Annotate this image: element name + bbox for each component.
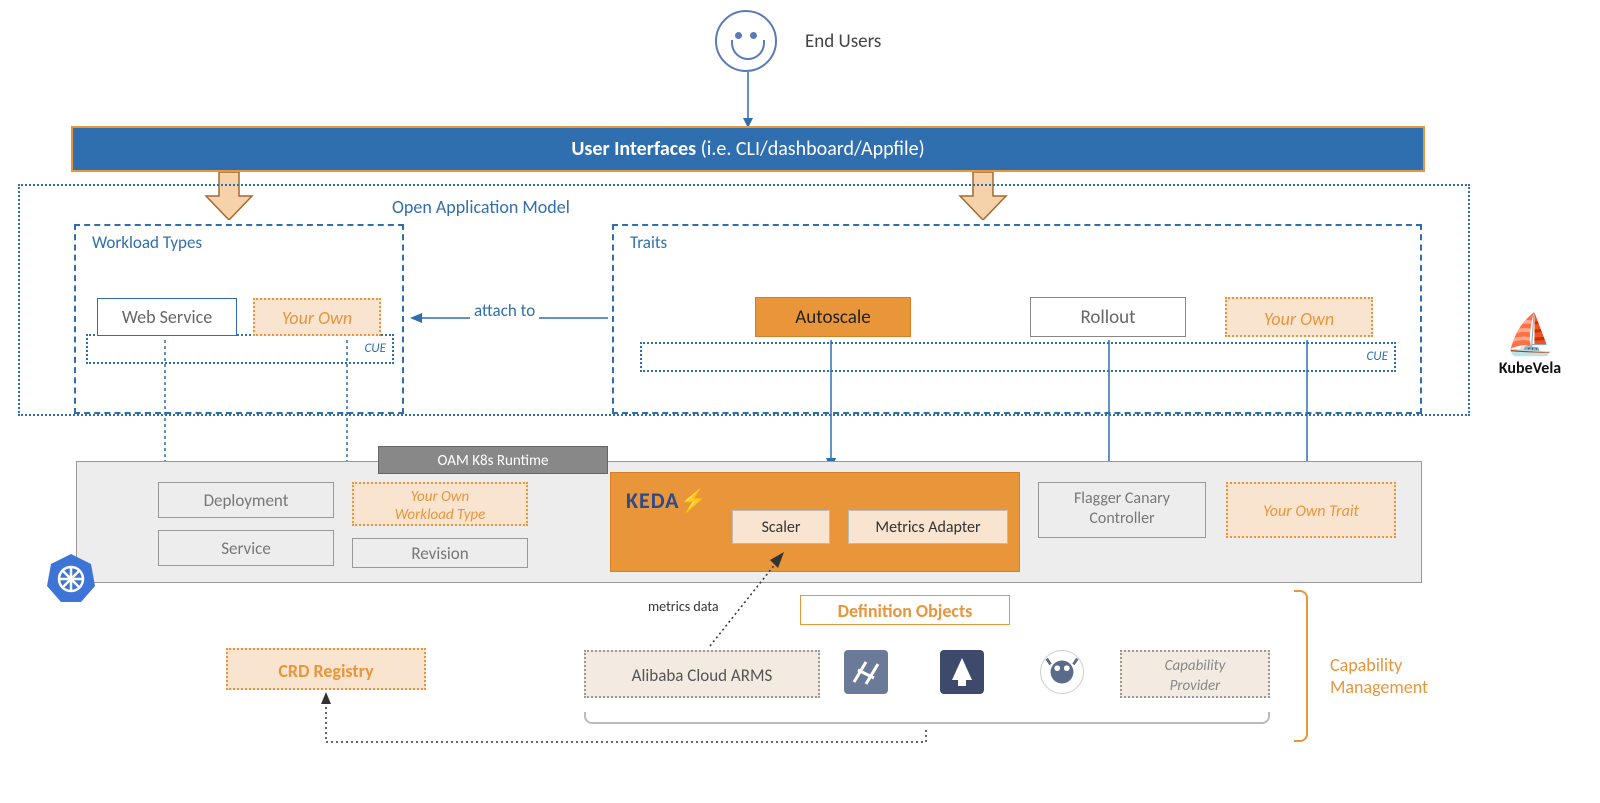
runtime-label: OAM K8s Runtime: [378, 446, 608, 474]
deployment-box: Deployment: [158, 482, 334, 518]
flagger-l1: Flagger Canary: [1074, 489, 1170, 508]
keda-logo: KEDA⚡: [626, 487, 708, 514]
yowt-l2: Workload Type: [395, 506, 486, 524]
cue-label-traits: CUE: [1367, 349, 1388, 364]
capability-provider-box: Capability Provider: [1120, 650, 1270, 698]
dotted-arrow-metrics: [700, 548, 820, 648]
cm-l1: Capability: [1330, 654, 1402, 676]
your-own-workload-type-box: Your Own Workload Type: [352, 482, 528, 526]
kubernetes-icon: [45, 552, 97, 604]
bolt-icon: ⚡: [679, 487, 707, 514]
cue-label-wl: CUE: [365, 341, 386, 356]
flagger-box: Flagger Canary Controller: [1038, 482, 1206, 538]
cp-l2: Provider: [1170, 677, 1221, 695]
traits-title: Traits: [630, 232, 667, 253]
cue-traits-box: CUE: [640, 342, 1396, 372]
your-own-trait-box: Your Own: [1225, 297, 1373, 337]
provider-icon-1: [844, 650, 888, 694]
scaler-box: Scaler: [732, 510, 830, 544]
your-own-workload-box: Your Own: [253, 298, 381, 336]
arrow-yourowntrait-rt: [1300, 340, 1314, 480]
ui-label-bold: User Interfaces: [571, 137, 696, 161]
revision-box: Revision: [352, 538, 528, 568]
arrow-autoscale-keda: [824, 340, 838, 470]
yowt-l1: Your Own: [411, 488, 469, 506]
provider-icon-2: [940, 650, 984, 694]
your-own-trait-runtime-box: Your Own Trait: [1226, 482, 1396, 538]
definition-objects-box: Definition Objects: [800, 595, 1010, 625]
provider-icon-3: [1040, 650, 1084, 694]
alibaba-arms-box: Alibaba Cloud ARMS: [584, 650, 820, 698]
workload-types-title: Workload Types: [92, 232, 202, 253]
kubevela-logo: ⛵ KubeVela: [1485, 310, 1575, 378]
dotted-path-providers-crd: [318, 692, 938, 752]
kubevela-text: KubeVela: [1485, 359, 1575, 378]
user-interfaces-bar: User Interfaces (i.e. CLI/dashboard/Appf…: [73, 128, 1423, 170]
attach-to-label: attach to: [470, 300, 539, 321]
dotted-arrow-yourownwl: [340, 340, 354, 480]
autoscale-box: Autoscale: [755, 297, 911, 337]
cm-l2: Management: [1330, 676, 1428, 698]
rollout-box: Rollout: [1030, 297, 1186, 337]
ui-label-rest: (i.e. CLI/dashboard/Appfile): [696, 137, 925, 161]
oam-label: Open Application Model: [392, 196, 570, 218]
arrow-endusers-to-ui: [740, 72, 756, 128]
flagger-l2: Controller: [1089, 509, 1154, 528]
crd-registry-box: CRD Registry: [226, 648, 426, 690]
service-box: Service: [158, 530, 334, 566]
web-service-box: Web Service: [97, 298, 237, 336]
sailboat-icon: ⛵: [1485, 310, 1575, 359]
metrics-adapter-box: Metrics Adapter: [848, 510, 1008, 544]
cp-l1: Capability: [1165, 657, 1226, 675]
arrow-rollout-flagger: [1102, 340, 1116, 480]
capability-management-label: Capability Management: [1330, 654, 1450, 698]
keda-text: KEDA: [626, 487, 679, 514]
end-users-label: End Users: [805, 30, 881, 53]
end-user-face-icon: [715, 10, 777, 72]
capability-bracket: [1294, 590, 1308, 742]
dotted-arrow-webservice: [158, 340, 172, 480]
